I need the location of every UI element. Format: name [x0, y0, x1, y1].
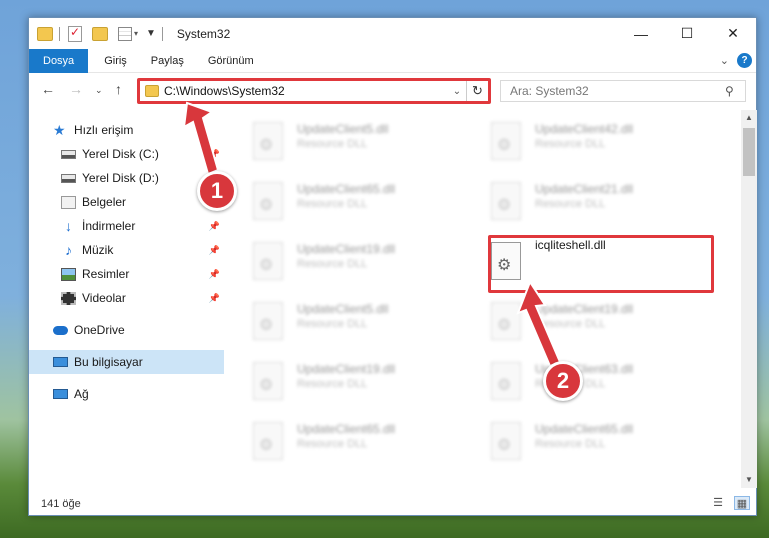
- arrow-1: [182, 101, 220, 176]
- annotation-arrows: [182, 101, 562, 368]
- step-badge-2: 2: [543, 361, 583, 401]
- arrow-2: [516, 279, 562, 368]
- step-badge-1: 1: [197, 171, 237, 211]
